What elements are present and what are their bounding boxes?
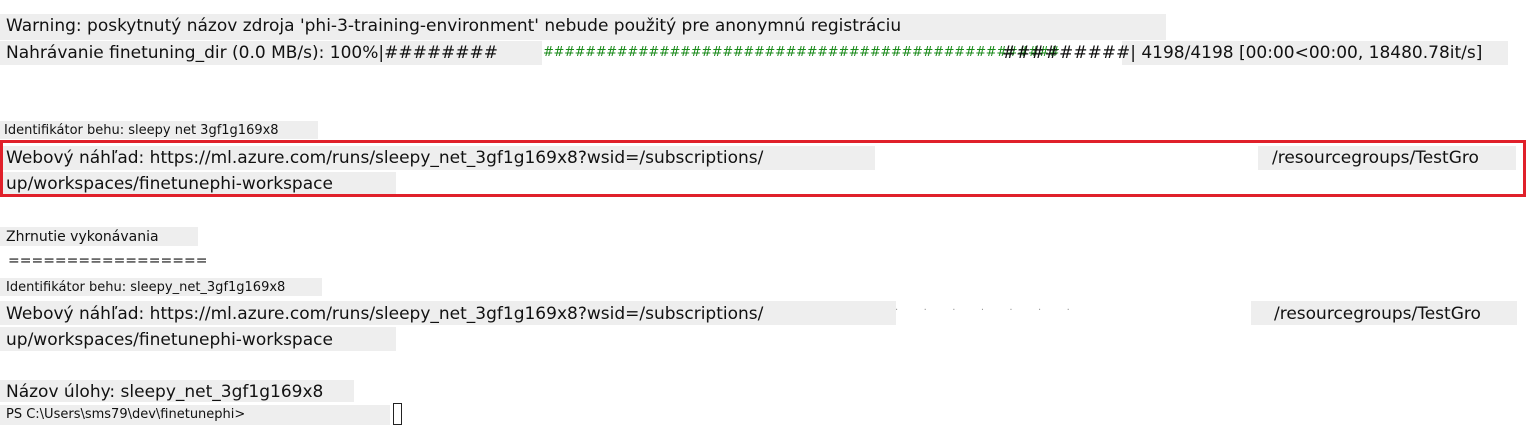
text-cursor[interactable] — [393, 403, 402, 425]
web-view-link-2[interactable]: Webový náhľad: https://ml.azure.com/runs… — [6, 306, 763, 323]
run-id-line-2: Identifikátor behu: sleepy_net_3gf1g169x… — [6, 280, 286, 295]
web-view-link-2-continued[interactable]: /resourcegroups/TestGro — [1274, 306, 1481, 323]
upload-progress-bar: ########################################… — [543, 45, 1060, 60]
upload-progress-stats: #########| 4198/4198 [00:00<00:00, 18480… — [1002, 43, 1483, 63]
summary-rule: ================= — [8, 253, 208, 269]
run-id-line: Identifikátor behu: sleepy net 3gf1g169x… — [4, 123, 279, 138]
web-view-link-1-line2[interactable]: up/workspaces/finetunephi-workspace — [6, 176, 333, 193]
upload-progress-prefix: Nahrávanie finetuning_dir (0.0 MB/s): 10… — [6, 43, 499, 63]
faint-residue: . . . . . . . — [895, 302, 1070, 313]
web-view-link-1-continued[interactable]: /resourcegroups/TestGro — [1272, 150, 1479, 167]
shell-prompt[interactable]: PS C:\Users\sms79\dev\finetunephi> — [6, 408, 245, 421]
warning-line: Warning: poskytnutý názov zdroja 'phi-3-… — [6, 16, 902, 36]
web-view-link-1[interactable]: Webový náhľad: https://ml.azure.com/runs… — [6, 150, 763, 167]
summary-title: Zhrnutie vykonávania — [6, 229, 159, 245]
job-name-line: Názov úlohy: sleepy_net_3gf1g169x8 — [6, 382, 324, 402]
web-view-link-2-line2[interactable]: up/workspaces/finetunephi-workspace — [6, 332, 333, 349]
